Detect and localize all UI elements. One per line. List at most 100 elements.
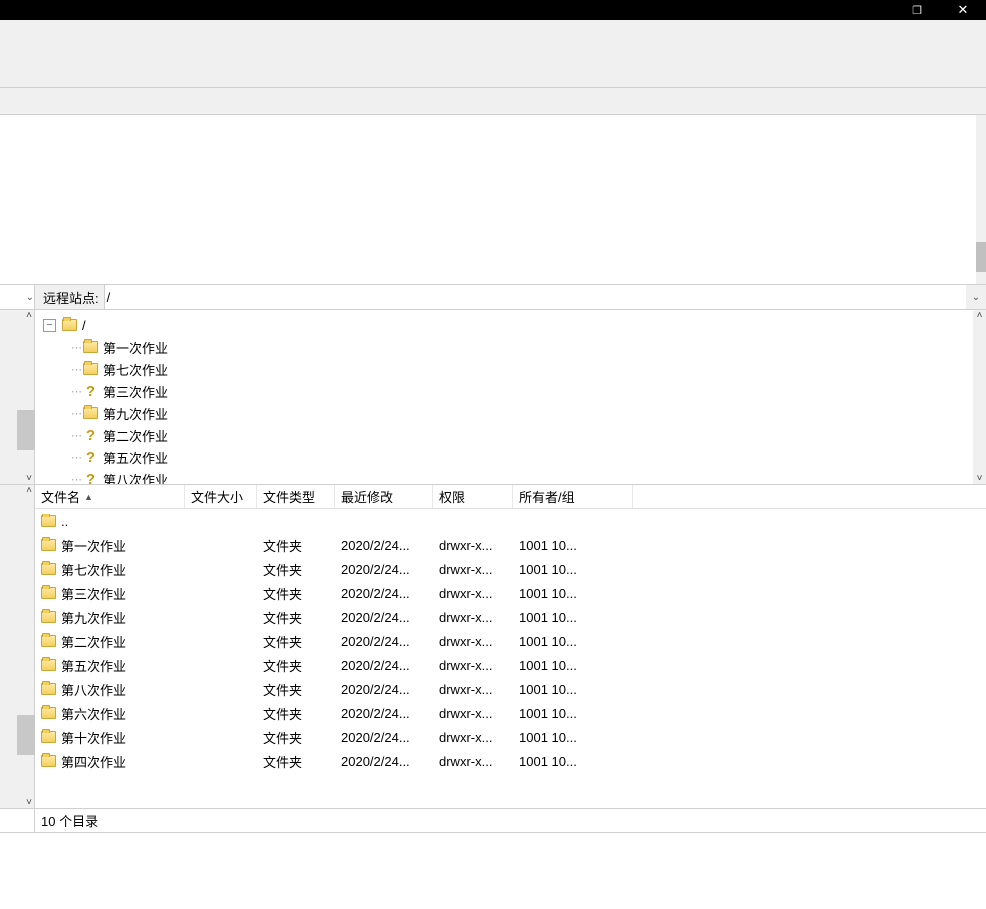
file-type: 文件夹 — [257, 536, 335, 555]
tree-connector: ⋯ — [71, 473, 81, 485]
tree-connector: ⋯ — [71, 341, 81, 354]
file-type: 文件夹 — [257, 608, 335, 627]
file-row[interactable]: 第六次作业文件夹2020/2/24...drwxr-x...1001 10... — [35, 701, 986, 725]
tree-node[interactable]: ⋯?第三次作业 — [71, 380, 973, 402]
toolbar-area — [0, 20, 986, 115]
parent-dir-row[interactable]: .. — [35, 509, 986, 533]
file-type: 文件夹 — [257, 752, 335, 771]
remote-site-dropdown[interactable]: ⌄ — [966, 285, 986, 309]
folder-icon — [41, 659, 56, 671]
folder-icon — [41, 707, 56, 719]
remote-status-summary: 10 个目录 — [35, 809, 986, 832]
header-filetype-label: 文件类型 — [263, 487, 315, 506]
tree-node-label: 第一次作业 — [103, 338, 168, 357]
file-permissions: drwxr-x... — [433, 538, 513, 553]
file-owner: 1001 10... — [513, 730, 633, 745]
maximize-icon: ❐ — [912, 4, 922, 17]
folder-icon — [41, 755, 56, 767]
file-row[interactable]: 第一次作业文件夹2020/2/24...drwxr-x...1001 10... — [35, 533, 986, 557]
file-permissions: drwxr-x... — [433, 586, 513, 601]
scrollbar-thumb[interactable] — [17, 410, 35, 450]
header-filesize[interactable]: 文件大小 — [185, 485, 257, 508]
local-list-scrollbar[interactable]: ˄ ˅ — [0, 485, 35, 808]
file-row[interactable]: 第四次作业文件夹2020/2/24...drwxr-x...1001 10... — [35, 749, 986, 773]
file-owner: 1001 10... — [513, 586, 633, 601]
folder-icon — [41, 539, 56, 551]
file-owner: 1001 10... — [513, 706, 633, 721]
scroll-down-icon: ˅ — [26, 473, 32, 484]
file-row[interactable]: 第七次作业文件夹2020/2/24...drwxr-x...1001 10... — [35, 557, 986, 581]
file-row[interactable]: 第五次作业文件夹2020/2/24...drwxr-x...1001 10... — [35, 653, 986, 677]
window-titlebar: ❐ ✕ — [0, 0, 986, 20]
local-site-dropdown[interactable]: ⌄ — [0, 285, 35, 309]
tree-node-label: 第三次作业 — [103, 382, 168, 401]
tree-node[interactable]: ⋯ 第七次作业 — [71, 358, 973, 380]
header-filetype[interactable]: 文件类型 — [257, 485, 335, 508]
tree-node[interactable]: ⋯第九次作业 — [71, 402, 973, 424]
remote-site-path-text: / — [107, 290, 111, 305]
header-owner[interactable]: 所有者/组 — [513, 485, 633, 508]
menu-bar[interactable] — [0, 20, 986, 38]
close-icon: ✕ — [958, 2, 969, 18]
folder-icon — [83, 363, 98, 375]
header-owner-label: 所有者/组 — [519, 487, 575, 506]
file-modified: 2020/2/24... — [335, 706, 433, 721]
status-bar: 10 个目录 — [0, 809, 986, 833]
scroll-up-icon: ˄ — [26, 310, 32, 321]
file-owner: 1001 10... — [513, 754, 633, 769]
file-type: 文件夹 — [257, 584, 335, 603]
file-type: 文件夹 — [257, 704, 335, 723]
folder-icon — [41, 515, 56, 527]
message-log-scrollbar[interactable] — [976, 115, 986, 284]
file-name: 第一次作业 — [61, 536, 126, 555]
chevron-down-icon: ⌄ — [972, 292, 980, 303]
scrollbar-thumb[interactable] — [976, 242, 986, 272]
tree-node-label: 第二次作业 — [103, 426, 168, 445]
file-row[interactable]: 第九次作业文件夹2020/2/24...drwxr-x...1001 10... — [35, 605, 986, 629]
file-name: 第九次作业 — [61, 608, 126, 627]
tree-connector: ⋯ — [71, 385, 81, 398]
remote-directory-tree[interactable]: − / ⋯ 第一次作业 ⋯ 第七次作业⋯?第三次作业⋯第九次作业⋯?第二次作业⋯?第五… — [35, 310, 973, 484]
tree-node-label: 第七次作业 — [103, 360, 168, 379]
file-owner: 1001 10... — [513, 562, 633, 577]
toolbar-icons[interactable] — [0, 38, 986, 88]
file-modified: 2020/2/24... — [335, 610, 433, 625]
file-row[interactable]: 第三次作业文件夹2020/2/24...drwxr-x...1001 10... — [35, 581, 986, 605]
file-list-row: ˄ ˅ 文件名 ▲ 文件大小 文件类型 最近修改 权限 所有者/组 .. 第一次作业… — [0, 485, 986, 809]
tree-root-node[interactable]: − / — [43, 314, 973, 336]
header-permissions[interactable]: 权限 — [433, 485, 513, 508]
scrollbar-thumb[interactable] — [17, 715, 35, 755]
scroll-down-icon: ˅ — [973, 473, 986, 484]
header-filesize-label: 文件大小 — [191, 487, 243, 506]
tree-node[interactable]: ⋯ 第一次作业 — [71, 336, 973, 358]
tree-connector: ⋯ — [71, 363, 81, 376]
tree-node[interactable]: ⋯?第二次作业 — [71, 424, 973, 446]
close-button[interactable]: ✕ — [940, 0, 986, 20]
file-row[interactable]: 第二次作业文件夹2020/2/24...drwxr-x...1001 10... — [35, 629, 986, 653]
remote-site-path[interactable]: / — [105, 285, 966, 309]
header-filename[interactable]: 文件名 ▲ — [35, 485, 185, 508]
remote-tree-scrollbar[interactable]: ˄ ˅ — [973, 310, 986, 484]
file-permissions: drwxr-x... — [433, 562, 513, 577]
file-permissions: drwxr-x... — [433, 658, 513, 673]
message-log-content[interactable] — [0, 115, 976, 284]
file-row[interactable]: 第八次作业文件夹2020/2/24...drwxr-x...1001 10... — [35, 677, 986, 701]
file-name: 第十次作业 — [61, 728, 126, 747]
file-row[interactable]: 第十次作业文件夹2020/2/24...drwxr-x...1001 10... — [35, 725, 986, 749]
maximize-button[interactable]: ❐ — [894, 0, 940, 20]
tree-node[interactable]: ⋯?第五次作业 — [71, 446, 973, 468]
tree-node[interactable]: ⋯?第八次作业 — [71, 468, 973, 484]
quickconnect-bar[interactable] — [0, 88, 986, 114]
local-tree-scrollbar[interactable]: ˄ ˅ — [0, 310, 35, 484]
file-name: 第二次作业 — [61, 632, 126, 651]
collapse-toggle[interactable]: − — [43, 319, 56, 332]
file-permissions: drwxr-x... — [433, 730, 513, 745]
sort-asc-icon: ▲ — [84, 492, 93, 502]
remote-file-list[interactable]: 文件名▲ 文件大小 文件类型 最近修改 权限 所有者/组 ..第一次作业文件夹2… — [35, 485, 986, 808]
local-status-cell — [0, 809, 35, 832]
header-modified[interactable]: 最近修改 — [335, 485, 433, 508]
header-filename-label: 文件名 — [41, 487, 80, 506]
file-type: 文件夹 — [257, 680, 335, 699]
file-modified: 2020/2/24... — [335, 682, 433, 697]
chevron-down-icon: ⌄ — [26, 292, 34, 303]
